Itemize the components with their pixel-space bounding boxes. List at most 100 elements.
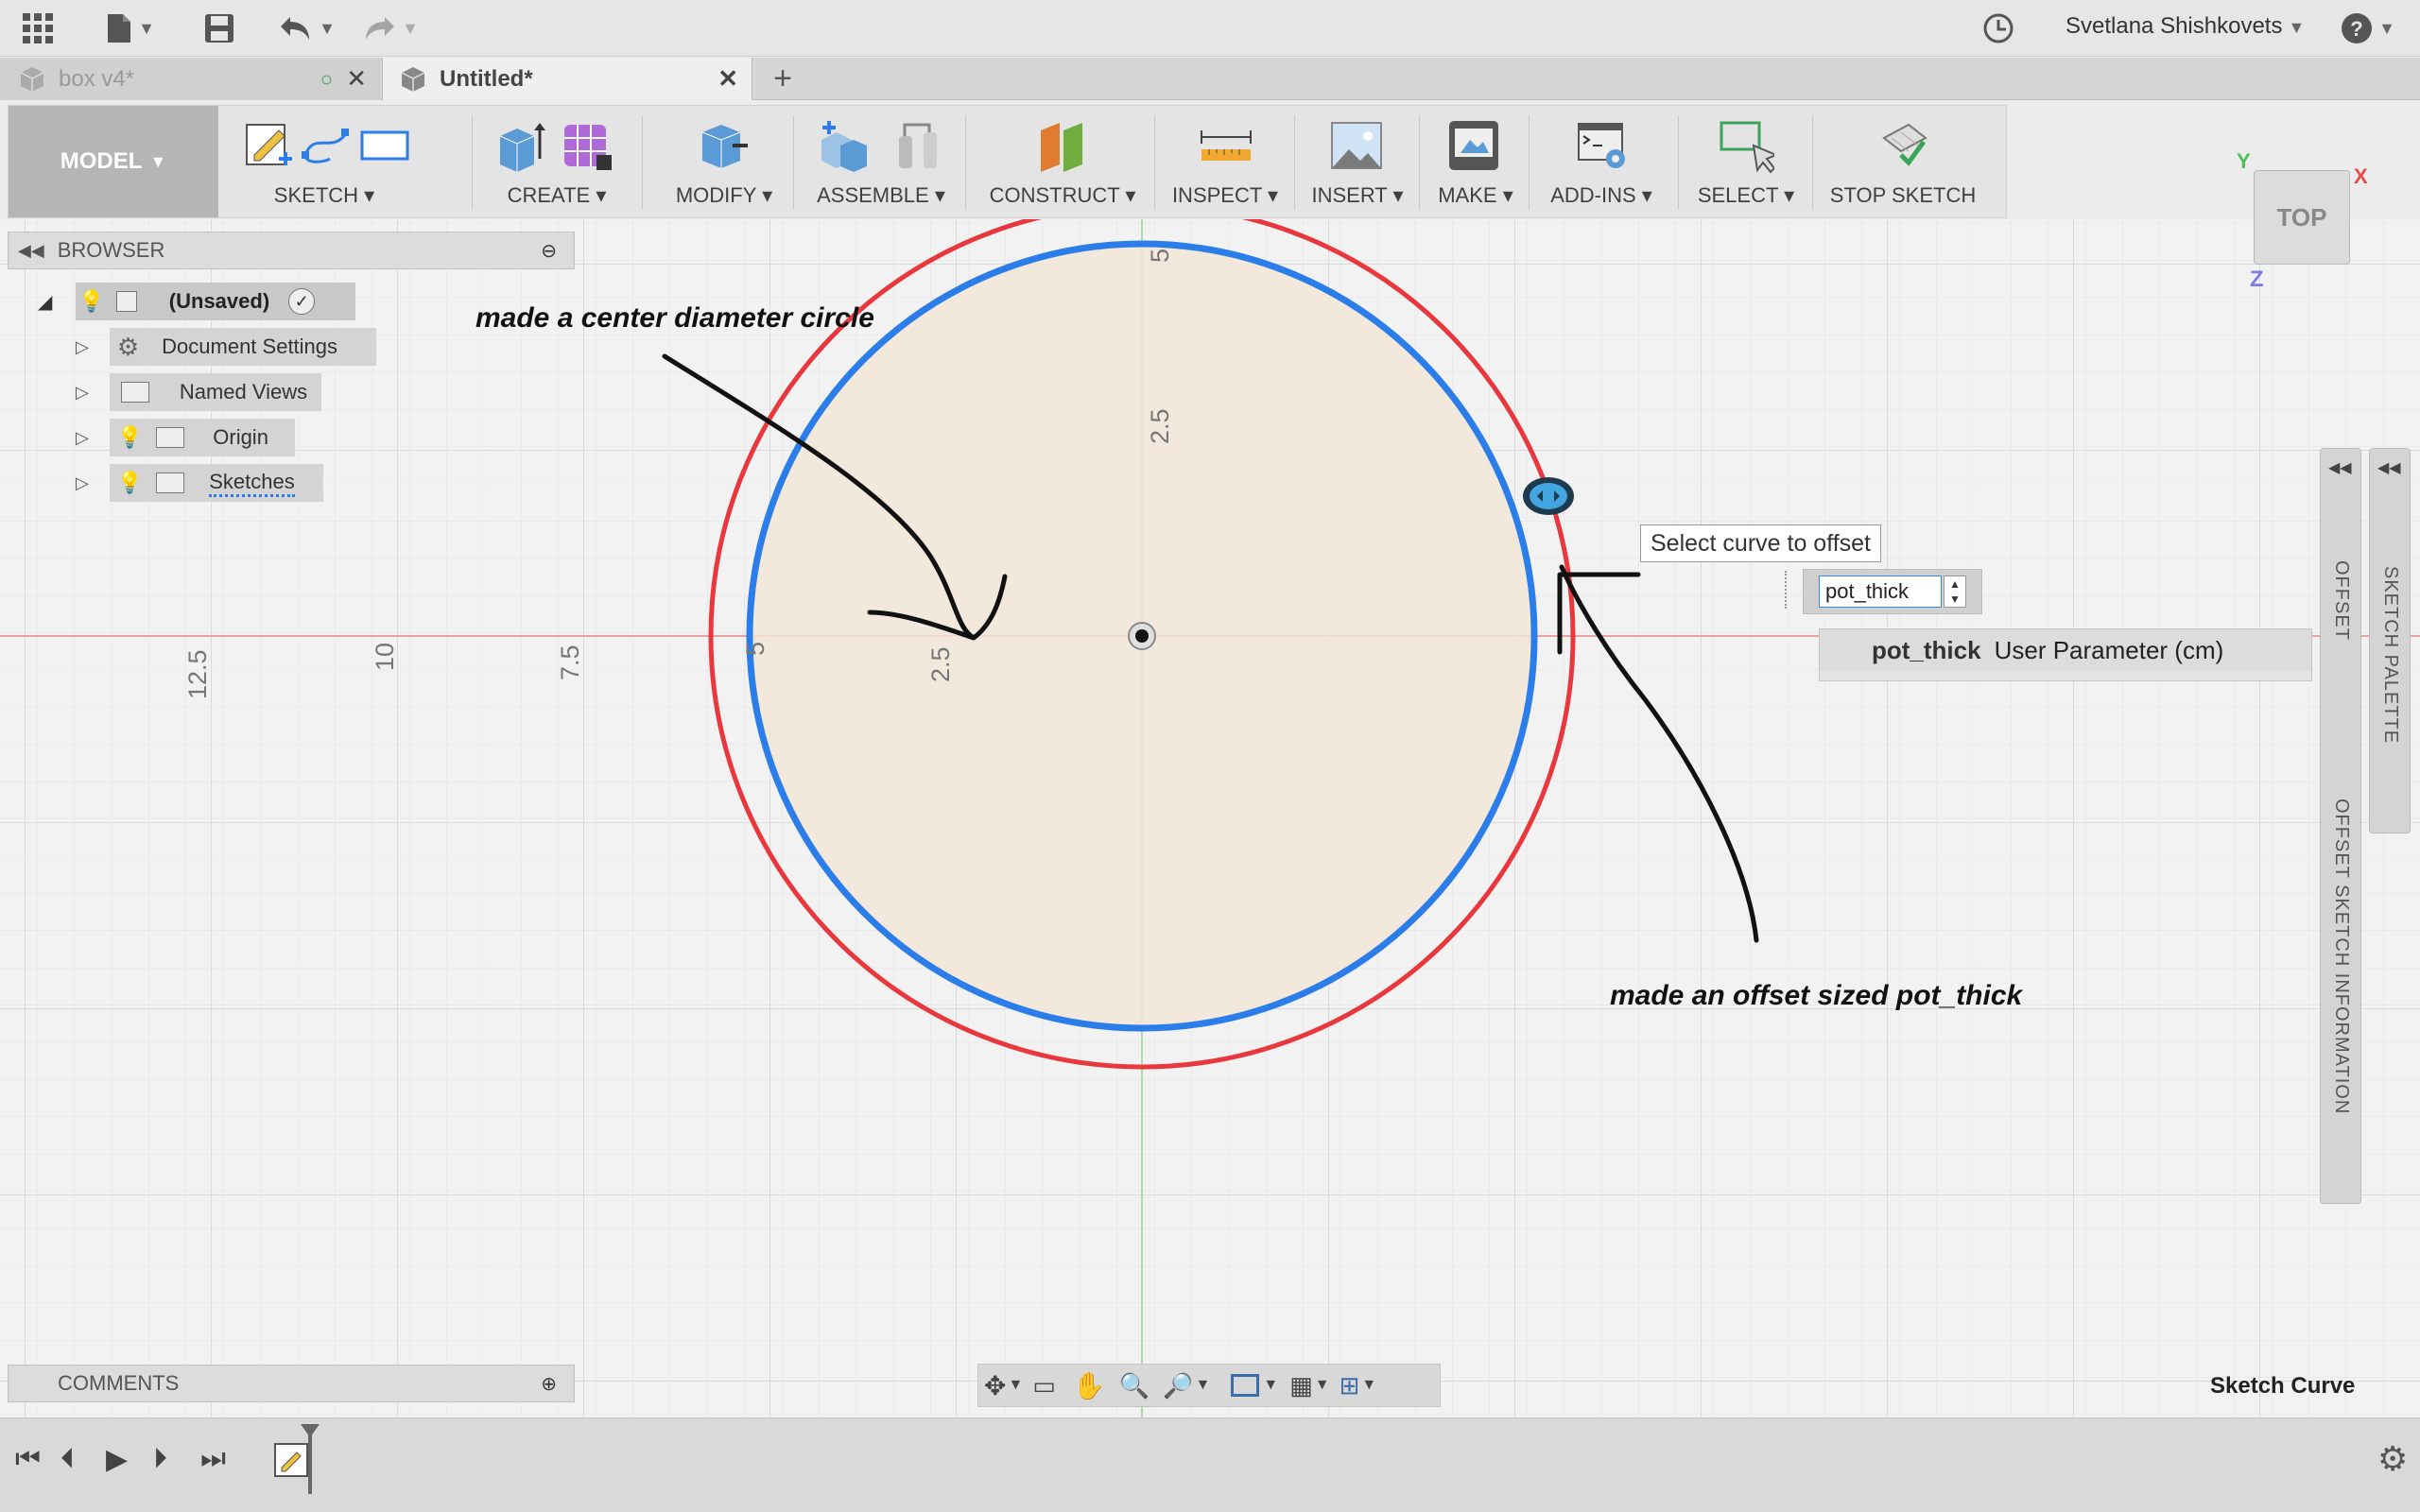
scripts-addins-icon[interactable]	[1574, 117, 1631, 174]
3d-print-icon[interactable]	[1445, 117, 1502, 174]
look-at-icon[interactable]: ▭	[1032, 1371, 1056, 1400]
settings-gear-icon[interactable]: ⚙	[2377, 1439, 2408, 1479]
browser-header[interactable]: ◀◀ BROWSER ⊖	[8, 232, 575, 269]
tree-item-named-views[interactable]: ▷ Named Views	[76, 373, 307, 411]
collapse-panel-icon[interactable]: ◀◀	[2377, 458, 2401, 477]
create-sketch-icon[interactable]	[241, 117, 298, 174]
timeline-marker[interactable]	[308, 1428, 312, 1494]
file-menu-icon[interactable]: ▼	[102, 8, 159, 49]
offset-panel-title: OFFSET	[2331, 560, 2352, 641]
workspace-switcher[interactable]: MODEL ▼	[9, 106, 218, 217]
tab-untitled[interactable]: Untitled* ✕	[382, 58, 752, 100]
user-menu[interactable]: Svetlana Shishkovets ▼	[2066, 13, 2305, 40]
measure-icon[interactable]	[1198, 117, 1254, 174]
axis-label: 10	[371, 643, 399, 671]
visibility-bulb-icon[interactable]: 💡	[117, 425, 143, 450]
view-cube-face: TOP	[2276, 202, 2327, 232]
grid-icon[interactable]: ▦	[1289, 1371, 1313, 1400]
chevron-down-icon[interactable]: ▼	[1008, 1377, 1023, 1394]
comments-panel-header[interactable]: COMMENTS ⊕	[8, 1365, 575, 1402]
step-forward-icon[interactable]: ⏵	[153, 1443, 167, 1475]
chevron-down-icon[interactable]: ▼	[1315, 1377, 1330, 1394]
chevron-down-icon[interactable]: ▼	[1263, 1377, 1278, 1394]
value-stepper[interactable]: ▲ ▼	[1944, 576, 1966, 608]
offset-value-input[interactable]	[1819, 576, 1942, 608]
sketch-palette-panel[interactable]: ◀◀ SKETCH PALETTE	[2369, 448, 2411, 833]
expand-arrow-icon[interactable]: ▷	[76, 337, 89, 357]
zoom-icon[interactable]: 🔍	[1119, 1371, 1150, 1400]
form-icon[interactable]	[559, 117, 615, 174]
joint-icon[interactable]	[891, 117, 948, 174]
activate-radio-icon[interactable]: ✓	[288, 288, 316, 315]
rectangle-icon[interactable]	[356, 117, 413, 174]
close-tab-icon[interactable]: ✕	[717, 64, 738, 94]
component-icon	[115, 291, 137, 312]
inspect-group[interactable]: INSPECT ▾	[1164, 113, 1287, 212]
press-pull-icon[interactable]	[695, 117, 752, 174]
new-component-icon[interactable]	[816, 117, 873, 174]
expand-arrow-icon[interactable]: ▷	[76, 383, 89, 403]
add-ins-group[interactable]: ADD-INS ▾	[1538, 113, 1665, 212]
close-tab-icon[interactable]: ✕	[346, 64, 367, 94]
design-canvas[interactable]: 12.5 10 7.5 5 2.5 5 2.5 made a center di…	[0, 219, 2420, 1418]
stop-sketch-button[interactable]: STOP SKETCH	[1820, 113, 1986, 212]
apps-grid-icon[interactable]	[17, 8, 59, 49]
autocomplete-dropdown: pot_thick User Parameter (cm)	[1819, 628, 2312, 681]
offset-plane-icon[interactable]	[1033, 117, 1090, 174]
app-bar: ▼ ▼ ▼ Svetlana Shishkovets ▼ ? ▼	[0, 0, 2420, 57]
select-group[interactable]: SELECT ▾	[1687, 113, 1805, 212]
chevron-down-icon[interactable]: ▼	[1196, 1377, 1211, 1394]
minimize-icon[interactable]: ⊖	[541, 239, 557, 263]
user-name: Svetlana Shishkovets	[2066, 13, 2283, 39]
tree-item-origin[interactable]: ▷ 💡 Origin	[76, 419, 268, 456]
save-icon[interactable]	[199, 8, 240, 49]
assemble-group[interactable]: ASSEMBLE ▾	[803, 113, 959, 212]
collapse-panel-icon[interactable]: ◀◀	[18, 241, 44, 261]
tree-item-document-settings[interactable]: ▷ ⚙ Document Settings	[76, 328, 337, 366]
fit-icon[interactable]: 🔎	[1163, 1371, 1193, 1400]
help-icon[interactable]: ? ▼	[2335, 8, 2401, 49]
pan-icon[interactable]: ✋	[1073, 1370, 1106, 1401]
offset-direction-handle[interactable]	[1523, 477, 1574, 515]
expand-arrow-icon[interactable]: ▷	[76, 473, 89, 493]
annotation-left: made a center diameter circle	[475, 302, 874, 334]
play-icon[interactable]: ▶	[106, 1443, 128, 1476]
select-icon[interactable]	[1718, 117, 1774, 174]
new-tab-button[interactable]: +	[764, 58, 802, 100]
timeline-marker-head[interactable]	[301, 1424, 320, 1437]
tree-item-sketches[interactable]: ▷ 💡 Sketches	[76, 464, 295, 502]
sketch-viewport[interactable]: 12.5 10 7.5 5 2.5 5 2.5	[0, 219, 2420, 1418]
insert-image-icon[interactable]	[1328, 117, 1385, 174]
job-status-clock-icon[interactable]	[1978, 8, 2019, 49]
orbit-icon[interactable]: ✥	[984, 1370, 1006, 1401]
sketch-timeline-icon[interactable]	[274, 1443, 308, 1477]
tab-box-v4[interactable]: box v4* ○ ✕	[0, 58, 380, 100]
expand-plus-icon[interactable]: ⊕	[541, 1372, 557, 1396]
folder-icon	[156, 427, 185, 448]
display-settings-icon[interactable]	[1231, 1374, 1260, 1397]
offset-panel[interactable]: ◀◀ OFFSET OFFSET SKETCH INFORMATION	[2320, 448, 2361, 1204]
expand-icon[interactable]: ◢	[38, 290, 52, 314]
autocomplete-item[interactable]: pot_thick User Parameter (cm)	[1820, 629, 2311, 671]
construct-group[interactable]: CONSTRUCT ▾	[975, 113, 1150, 212]
browser-root[interactable]: ◢ 💡 (Unsaved) ✓	[38, 283, 359, 320]
chevron-down-icon[interactable]: ▼	[1361, 1377, 1376, 1394]
make-group[interactable]: MAKE ▾	[1428, 113, 1523, 212]
collapse-panel-icon[interactable]: ◀◀	[2328, 458, 2352, 477]
modify-group[interactable]: MODIFY ▾	[661, 113, 787, 212]
visibility-bulb-icon[interactable]: 💡	[117, 471, 143, 495]
viewports-icon[interactable]: ⊞	[1340, 1371, 1360, 1400]
extrude-icon[interactable]	[493, 117, 549, 174]
create-group[interactable]: CREATE ▾	[485, 113, 629, 212]
sketch-group[interactable]: SKETCH ▾	[230, 113, 419, 212]
go-to-end-icon[interactable]: ⏭	[200, 1443, 226, 1475]
view-cube[interactable]: TOP	[2254, 170, 2350, 265]
expand-arrow-icon[interactable]: ▷	[76, 428, 89, 448]
spline-icon[interactable]	[298, 117, 354, 174]
visibility-bulb-icon[interactable]: 💡	[78, 289, 104, 314]
undo-icon[interactable]: ▼	[274, 8, 340, 49]
step-back-icon[interactable]: ⏴	[60, 1443, 75, 1475]
go-to-start-icon[interactable]: ⏮	[15, 1443, 41, 1475]
redo-icon[interactable]: ▼	[357, 8, 424, 49]
insert-group[interactable]: INSERT ▾	[1304, 113, 1411, 212]
